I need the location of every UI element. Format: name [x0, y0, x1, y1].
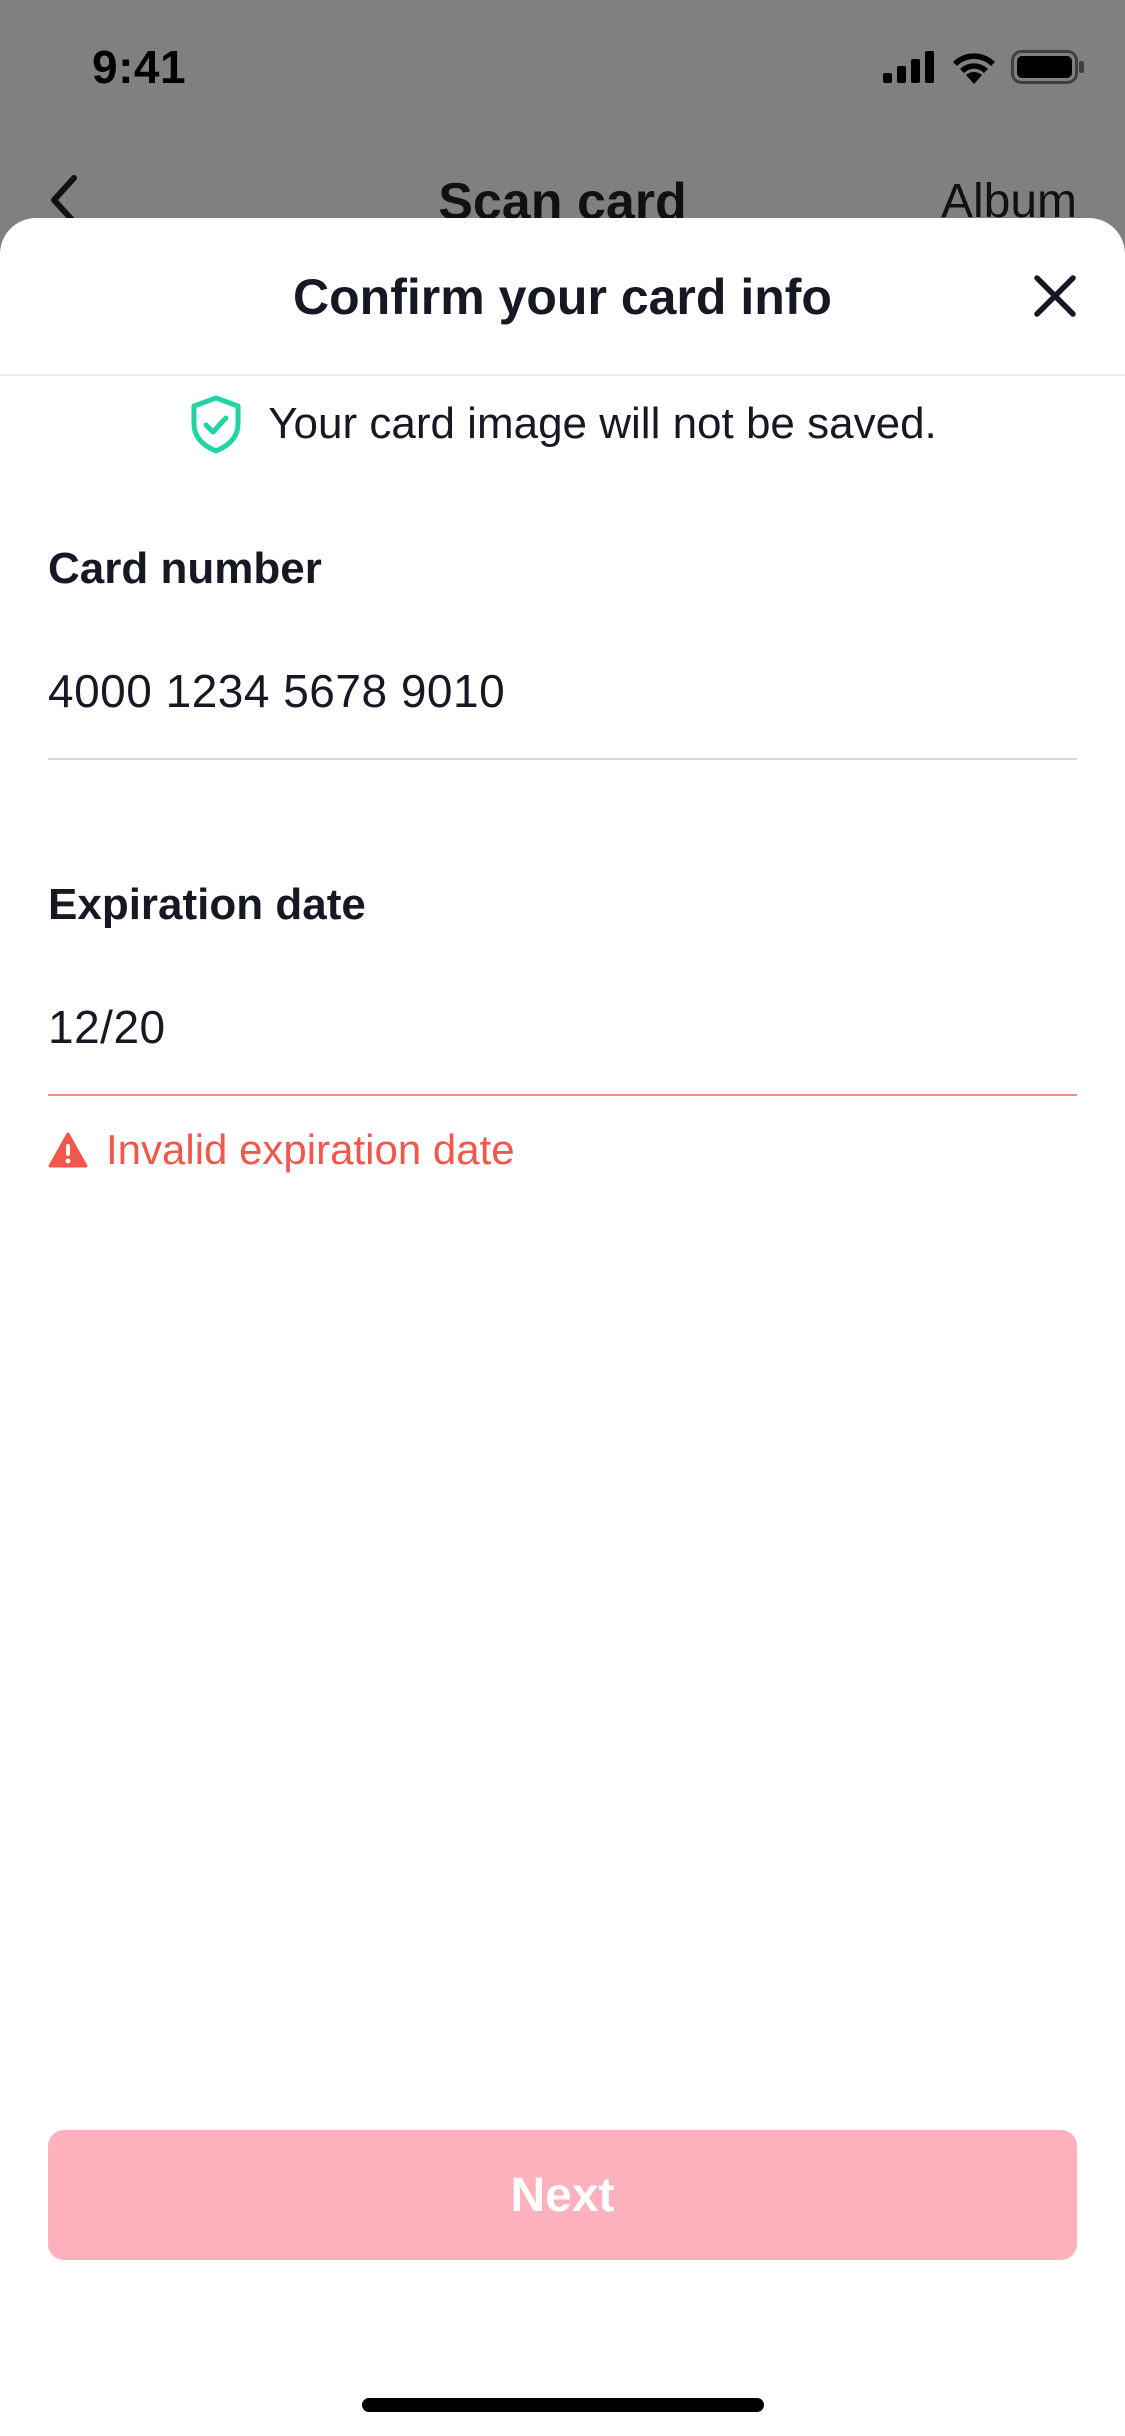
privacy-text: Your card image will not be saved.	[268, 399, 937, 448]
expiration-error: Invalid expiration date	[48, 1126, 515, 1174]
battery-icon	[1011, 50, 1084, 84]
expiration-date-input[interactable]: 12/20	[48, 1000, 166, 1054]
card-number-underline	[48, 758, 1077, 760]
expiration-error-text: Invalid expiration date	[106, 1126, 515, 1173]
card-number-label: Card number	[48, 544, 322, 593]
home-indicator[interactable]	[362, 2398, 764, 2412]
card-number-input[interactable]: 4000 1234 5678 9010	[48, 664, 505, 718]
wifi-icon	[953, 53, 995, 84]
warning-icon	[48, 1132, 88, 1168]
expiration-date-label: Expiration date	[48, 880, 366, 929]
screen: 9:41 Scan card Album Confirm your card i…	[0, 0, 1125, 2436]
cellular-signal-icon	[883, 51, 934, 83]
card-number-field[interactable]: Card number 4000 1234 5678 9010	[48, 544, 1077, 774]
next-button[interactable]: Next	[48, 2130, 1077, 2260]
status-time: 9:41	[92, 41, 187, 93]
next-button-label: Next	[510, 2168, 615, 2222]
status-bar: 9:41	[0, 0, 1125, 132]
sheet-title: Confirm your card info	[293, 269, 832, 325]
confirm-card-sheet: Confirm your card info Your card image w…	[0, 218, 1125, 2436]
privacy-note: Your card image will not be saved.	[0, 394, 1125, 454]
close-icon	[1034, 275, 1076, 317]
expiration-date-field[interactable]: Expiration date 12/20 Invalid expiration…	[48, 880, 1077, 1200]
expiration-date-underline	[48, 1094, 1077, 1096]
close-button[interactable]	[1025, 266, 1085, 326]
status-icons	[883, 50, 1085, 84]
shield-check-icon	[191, 395, 241, 454]
sheet-header: Confirm your card info	[0, 218, 1125, 376]
